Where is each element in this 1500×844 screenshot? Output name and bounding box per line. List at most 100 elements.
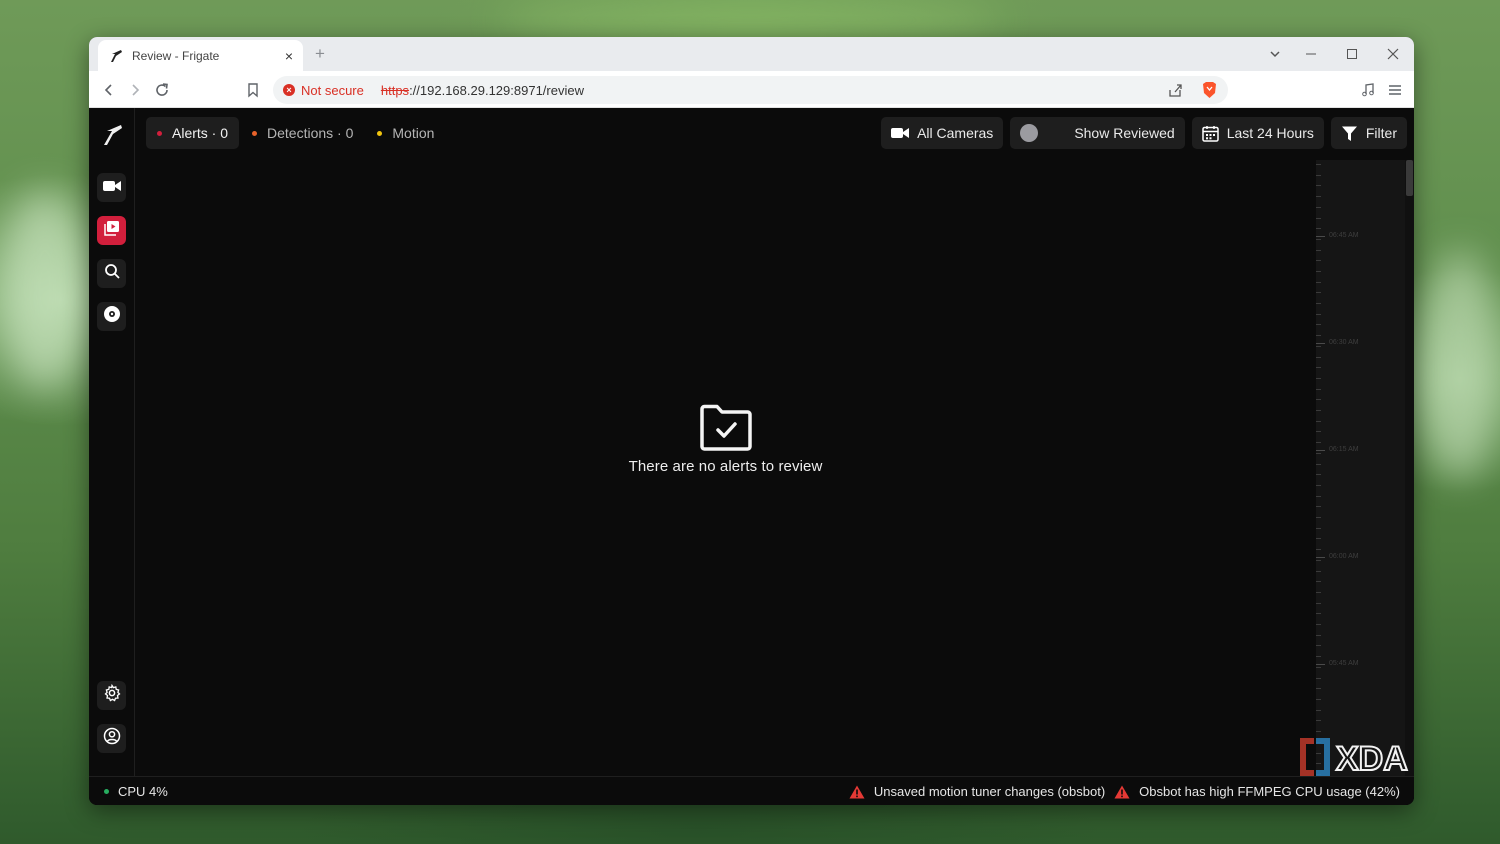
- frigate-bird-icon: [108, 48, 124, 64]
- timeline-tick: [1316, 367, 1321, 368]
- timeline-tick: [1316, 645, 1321, 646]
- menu-icon[interactable]: [1385, 80, 1405, 100]
- filter-button[interactable]: Filter: [1330, 117, 1407, 149]
- tab-detections[interactable]: Detections · 0: [241, 117, 364, 149]
- timeline-tick: [1316, 250, 1321, 251]
- timeline-tick: [1316, 699, 1321, 700]
- timeline-tick: [1316, 228, 1321, 229]
- url-text: ://192.168.29.129:8971/review: [409, 82, 584, 98]
- address-bar[interactable]: × Not secure https ://192.168.29.129:897…: [273, 76, 1228, 104]
- close-window-icon[interactable]: [1384, 45, 1402, 63]
- forward-icon[interactable]: [125, 80, 145, 100]
- timeline-tick: [1316, 399, 1321, 400]
- timeline-tick: [1316, 421, 1321, 422]
- timeline-tick: [1316, 303, 1321, 304]
- user-circle-icon: [103, 727, 121, 750]
- folder-check-icon: [699, 404, 753, 452]
- timeline-major-tick: [1316, 664, 1325, 665]
- review-play-icon: [103, 220, 120, 241]
- timeline-tick: [1316, 453, 1321, 454]
- tab-alerts[interactable]: Alerts · 0: [146, 117, 240, 149]
- timeline-tick: [1316, 314, 1321, 315]
- time-range-label: Last 24 Hours: [1226, 125, 1314, 141]
- timeline-tick: [1316, 506, 1321, 507]
- video-camera-icon: [891, 128, 910, 138]
- timeline-tick: [1316, 218, 1321, 219]
- tab-search-chevron-icon[interactable]: [1266, 45, 1284, 63]
- timeline-tick: [1316, 496, 1321, 497]
- settings-button[interactable]: [97, 681, 126, 710]
- scrollbar-thumb[interactable]: [1406, 160, 1413, 196]
- alerts-dot: [157, 130, 162, 136]
- tab-title: Review - Frigate: [132, 48, 220, 63]
- timeline-tick: [1316, 720, 1321, 721]
- warning-triangle-icon: [1114, 785, 1130, 798]
- browser-toolbar: × Not secure https ://192.168.29.129:897…: [89, 71, 1414, 108]
- show-reviewed-toggle[interactable]: Show Reviewed: [1010, 117, 1185, 149]
- explore-button[interactable]: [97, 259, 126, 288]
- back-icon[interactable]: [99, 80, 119, 100]
- status-bar: CPU 4% Unsaved motion tuner changes (obs…: [89, 776, 1414, 805]
- bookmark-icon[interactable]: [243, 80, 263, 100]
- timeline-tick: [1316, 335, 1321, 336]
- timeline-tick: [1316, 260, 1321, 261]
- review-timeline[interactable]: 06:45 AM 06:30 AM 06:15 AM 06:00 AM 05:45 AM: [1316, 160, 1405, 776]
- all-cameras-button[interactable]: All Cameras: [881, 117, 1004, 149]
- brave-shield-icon[interactable]: [1201, 81, 1218, 99]
- frigate-logo-icon[interactable]: [101, 122, 123, 148]
- timeline-tick: [1316, 442, 1321, 443]
- close-tab-button[interactable]: ×: [285, 48, 293, 64]
- url-scheme: https: [380, 82, 410, 98]
- review-filter-tabs: Alerts · 0 Detections · 0 Motion: [146, 117, 447, 149]
- timeline-tick: [1316, 410, 1321, 411]
- tab-motion[interactable]: Motion: [366, 117, 445, 149]
- timeline-tick: [1316, 581, 1321, 582]
- minimize-icon[interactable]: [1302, 45, 1320, 63]
- live-cameras-button[interactable]: [97, 173, 126, 202]
- timeline-time-label: 06:15 AM: [1329, 446, 1359, 453]
- timeline-tick: [1316, 196, 1321, 197]
- cpu-usage[interactable]: CPU 4%: [118, 784, 168, 799]
- review-button[interactable]: [97, 216, 126, 245]
- account-button[interactable]: [97, 724, 126, 753]
- timeline-tick: [1316, 603, 1321, 604]
- warning-ffmpeg-cpu[interactable]: Obsbot has high FFMPEG CPU usage (42%): [1114, 784, 1400, 799]
- timeline-major-tick: [1316, 343, 1325, 344]
- filter-funnel-icon: [1341, 126, 1357, 141]
- video-camera-icon: [102, 179, 121, 197]
- security-label[interactable]: Not secure: [301, 83, 364, 98]
- reload-icon[interactable]: [152, 80, 172, 100]
- timeline-tick: [1316, 239, 1321, 240]
- timeline-tick: [1316, 688, 1321, 689]
- status-warnings: Unsaved motion tuner changes (obsbot) Ob…: [840, 777, 1400, 805]
- timeline-tick: [1316, 667, 1321, 668]
- browser-window: Review - Frigate × + × Not secure https …: [89, 37, 1414, 805]
- cpu-status-dot: [104, 788, 109, 794]
- browser-tab[interactable]: Review - Frigate ×: [98, 40, 303, 71]
- maximize-icon[interactable]: [1343, 45, 1361, 63]
- timeline-major-tick: [1316, 557, 1325, 558]
- export-button[interactable]: [97, 302, 126, 331]
- timeline-tick: [1316, 464, 1321, 465]
- timeline-tick: [1316, 549, 1321, 550]
- disc-icon: [103, 305, 121, 328]
- timeline-tick: [1316, 517, 1321, 518]
- share-icon[interactable]: [1167, 82, 1183, 98]
- timeline-tick: [1316, 175, 1321, 176]
- timeline-tick: [1316, 731, 1321, 732]
- timeline-tick: [1316, 292, 1321, 293]
- time-range-button[interactable]: Last 24 Hours: [1191, 117, 1324, 149]
- timeline-time-label: 05:45 AM: [1329, 660, 1359, 667]
- wallpaper-highlight: [0, 190, 90, 390]
- timeline-scrollbar[interactable]: [1405, 160, 1414, 776]
- toggle-switch[interactable]: [1020, 124, 1039, 142]
- warning-motion-tuner[interactable]: Unsaved motion tuner changes (obsbot): [849, 784, 1105, 799]
- tab-detections-label: Detections · 0: [267, 125, 354, 141]
- all-cameras-label: All Cameras: [917, 125, 994, 141]
- new-tab-button[interactable]: +: [315, 44, 325, 64]
- timeline-tick: [1316, 389, 1321, 390]
- timeline-tick: [1316, 635, 1321, 636]
- media-music-icon[interactable]: [1358, 80, 1378, 100]
- timeline-tick: [1316, 282, 1321, 283]
- timeline-major-tick: [1316, 236, 1325, 237]
